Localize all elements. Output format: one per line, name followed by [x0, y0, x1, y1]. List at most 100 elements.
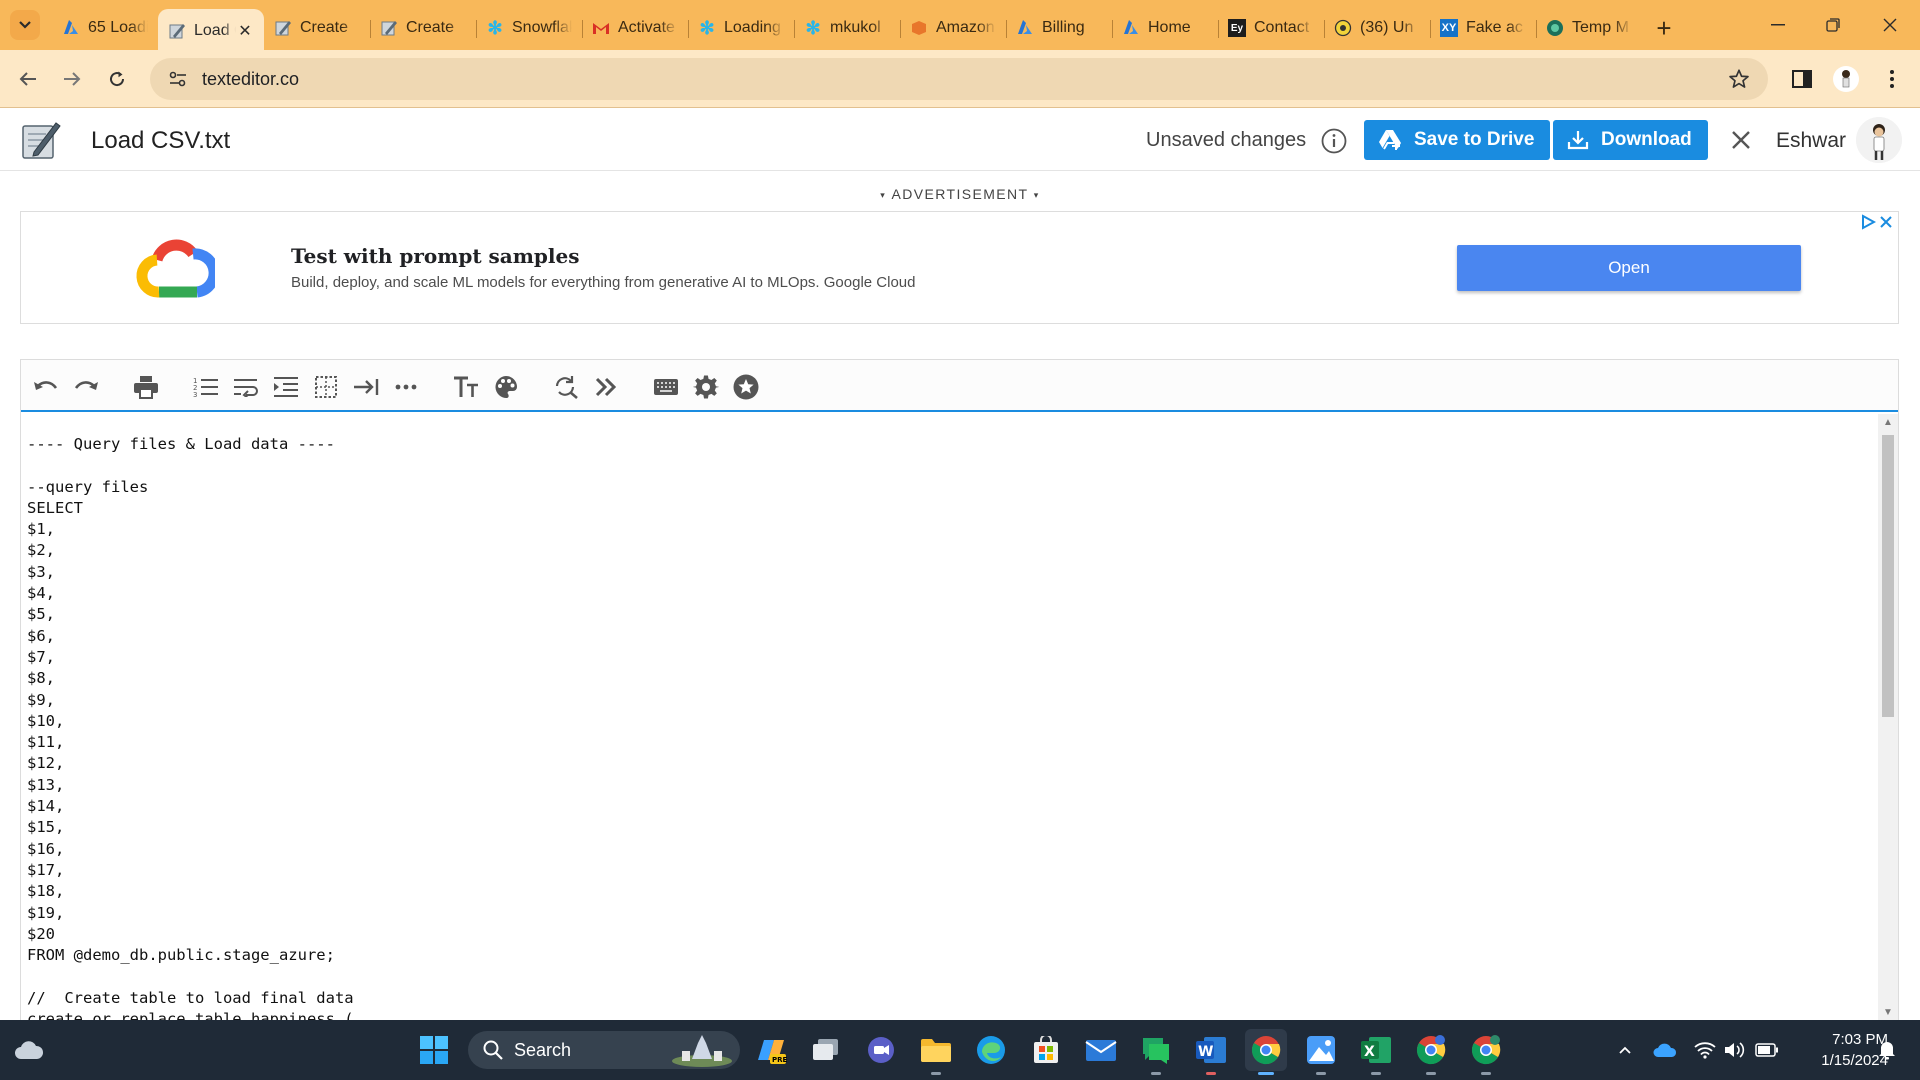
browser-tab[interactable]: Ey Contact: [1218, 9, 1324, 47]
indent-button[interactable]: [271, 372, 301, 402]
browser-tab[interactable]: Create: [264, 9, 370, 47]
font-size-button[interactable]: [451, 372, 481, 402]
battery-tray[interactable]: [1752, 1020, 1782, 1080]
show-hidden-icons-button[interactable]: [1610, 1020, 1640, 1080]
undo-button[interactable]: [31, 372, 61, 402]
photos-app[interactable]: [1300, 1029, 1342, 1075]
weather-widget[interactable]: [8, 1029, 50, 1071]
mail-app[interactable]: [1080, 1029, 1122, 1071]
document-title[interactable]: Load CSV.txt: [91, 127, 230, 155]
taskbar-search[interactable]: Search: [468, 1031, 740, 1069]
minimize-button[interactable]: [1750, 0, 1806, 50]
wifi-icon: [1694, 1042, 1716, 1059]
tab-insert-button[interactable]: [351, 372, 381, 402]
ad-headline[interactable]: Test with prompt samples: [291, 244, 580, 268]
user-name[interactable]: Eshwar: [1776, 129, 1846, 153]
browser-tab[interactable]: Create: [370, 9, 476, 47]
notifications-button[interactable]: [1872, 1020, 1902, 1080]
browser-tab[interactable]: ✻ Snowflake: [476, 9, 582, 47]
tab-label: Amazon: [936, 19, 995, 36]
folder-icon: [921, 1039, 951, 1062]
editor-scrollbar[interactable]: ▲ ▼: [1878, 414, 1898, 1020]
file-explorer-app[interactable]: [915, 1029, 957, 1075]
go-to-button[interactable]: [591, 372, 621, 402]
scrollbar-thumb[interactable]: [1882, 435, 1894, 717]
favorite-button[interactable]: [731, 372, 761, 402]
new-tab-button[interactable]: +: [1646, 10, 1682, 46]
settings-button[interactable]: [691, 372, 721, 402]
browser-tab[interactable]: Temp M: [1536, 9, 1642, 47]
info-icon[interactable]: [1320, 127, 1348, 155]
tab-search-button[interactable]: [10, 10, 40, 40]
forward-button[interactable]: [56, 63, 88, 95]
chrome-app-active[interactable]: [1245, 1029, 1287, 1075]
excel-app[interactable]: X: [1355, 1029, 1397, 1075]
browser-tab[interactable]: (36) Un: [1324, 9, 1430, 47]
browser-tab[interactable]: XY Fake ac: [1430, 9, 1536, 47]
restore-button[interactable]: [1805, 0, 1861, 50]
address-bar[interactable]: texteditor.co: [150, 58, 1768, 100]
scroll-down-icon[interactable]: ▼: [1883, 1008, 1893, 1018]
microsoft-store-app[interactable]: [1025, 1029, 1067, 1071]
site-info-icon[interactable]: [158, 71, 198, 87]
chrome-profile-app[interactable]: [1465, 1029, 1507, 1075]
ad-close-icon[interactable]: [1878, 214, 1894, 230]
ad-open-button[interactable]: Open: [1457, 245, 1801, 291]
keyboard-shortcuts-button[interactable]: [651, 372, 681, 402]
select-all-icon: [315, 376, 337, 398]
word-wrap-button[interactable]: [231, 372, 261, 402]
browser-tab[interactable]: Home: [1112, 9, 1218, 47]
close-window-button[interactable]: [1862, 0, 1918, 50]
messaging-app[interactable]: [1135, 1029, 1177, 1075]
teams-chat-app[interactable]: [860, 1029, 902, 1071]
browser-tab-active[interactable]: Load CSV ✕: [158, 9, 264, 53]
temp-icon: [1546, 19, 1564, 37]
battery-icon: [1755, 1043, 1778, 1057]
bell-icon: [1879, 1042, 1895, 1060]
redo-button[interactable]: [71, 372, 101, 402]
volume-tray[interactable]: [1720, 1020, 1750, 1080]
print-icon: [134, 376, 158, 399]
undo-icon: [34, 381, 58, 390]
editor-text-area[interactable]: ---- Query files & Load data ---- --quer…: [21, 414, 1879, 1020]
browser-tab[interactable]: Activate: [582, 9, 688, 47]
start-button[interactable]: [413, 1029, 455, 1071]
select-all-button[interactable]: [311, 372, 341, 402]
line-numbers-button[interactable]: 123: [191, 372, 221, 402]
print-button[interactable]: [131, 372, 161, 402]
browser-tab[interactable]: ✻ mkukol: [794, 9, 900, 47]
browser-menu-button[interactable]: [1876, 63, 1908, 95]
ad-choices-icon[interactable]: [1860, 214, 1877, 230]
browser-tab[interactable]: ✻ Loading: [688, 9, 794, 47]
close-document-button[interactable]: [1726, 125, 1756, 155]
side-panel-button[interactable]: [1786, 63, 1818, 95]
theme-button[interactable]: [491, 372, 521, 402]
browser-tab[interactable]: Billing: [1006, 9, 1112, 47]
scroll-up-icon[interactable]: ▲: [1883, 418, 1893, 428]
word-app[interactable]: W: [1190, 1029, 1232, 1075]
task-view-app[interactable]: [805, 1029, 847, 1071]
reload-button[interactable]: [101, 63, 133, 95]
plus-icon: +: [1656, 12, 1672, 43]
tab-label: mkukol: [830, 19, 881, 36]
copilot-app[interactable]: PRE: [750, 1029, 792, 1071]
redo-icon: [74, 381, 98, 390]
bookmark-star-icon[interactable]: [1728, 68, 1750, 95]
save-to-drive-button[interactable]: Save to Drive: [1364, 120, 1551, 160]
find-replace-button[interactable]: [551, 372, 581, 402]
tab-close-icon[interactable]: ✕: [236, 21, 254, 41]
back-button[interactable]: [12, 63, 44, 95]
user-avatar[interactable]: [1856, 117, 1902, 163]
aws-icon: [910, 19, 928, 37]
wifi-tray[interactable]: [1690, 1020, 1720, 1080]
edge-browser-app[interactable]: [970, 1029, 1012, 1071]
browser-tab[interactable]: Amazon: [900, 9, 1006, 47]
browser-tab[interactable]: 65 Loading: [52, 9, 158, 47]
chrome-profile-app[interactable]: [1410, 1029, 1452, 1075]
onedrive-tray[interactable]: [1650, 1020, 1680, 1080]
tab-label: Snowflake: [512, 19, 572, 36]
profile-button[interactable]: [1830, 63, 1862, 95]
advertisement-banner[interactable]: Test with prompt samples Build, deploy, …: [20, 211, 1899, 324]
more-options-button[interactable]: [391, 372, 421, 402]
download-button[interactable]: Download: [1553, 120, 1708, 160]
